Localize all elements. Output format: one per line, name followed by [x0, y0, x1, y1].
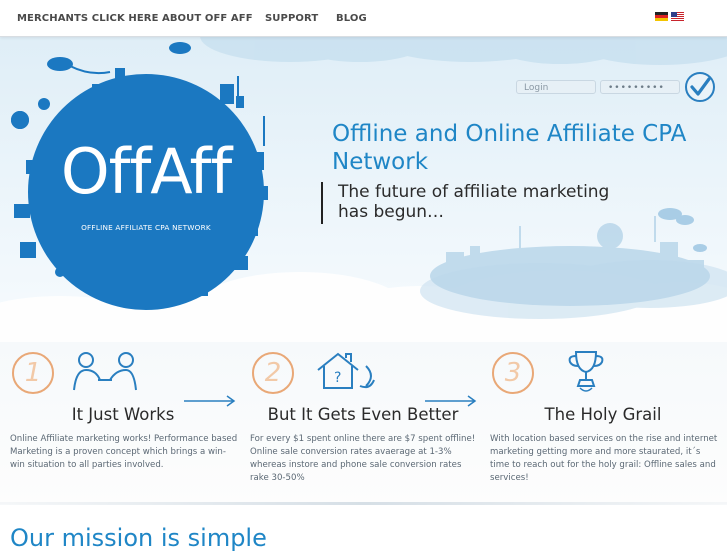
- de-flag-icon[interactable]: [655, 12, 668, 21]
- us-flag-icon[interactable]: [671, 12, 684, 21]
- logo-tagline: OFFLINE AFFILIATE CPA NETWORK: [81, 223, 211, 232]
- arrow-right-icon: [425, 395, 477, 407]
- nav-blog[interactable]: BLOG: [336, 13, 367, 24]
- feature-number-badge: 1: [12, 352, 54, 394]
- feature-body: Online Affiliate marketing works! Perfor…: [10, 434, 238, 470]
- password-input[interactable]: •••••••••: [600, 80, 680, 94]
- top-navigation: MERCHANTS CLICK HERE ABOUT OFF AFF SUPPO…: [0, 0, 727, 37]
- logo[interactable]: OffAff OFFLINE AFFILIATE CPA NETWORK: [28, 96, 264, 296]
- section-divider: [0, 502, 727, 505]
- feature-body: With location based services on the rise…: [490, 434, 718, 483]
- house-phone-icon: ?: [317, 352, 375, 389]
- login-check-button[interactable]: [684, 71, 716, 103]
- feature-number-badge: 3: [492, 352, 534, 394]
- hero-subheadline: The future of affiliate marketing has be…: [338, 182, 610, 222]
- svg-text:?: ?: [334, 370, 341, 386]
- trophy-icon: [568, 351, 604, 392]
- sun-icon: [11, 111, 29, 129]
- top-clouds-decoration: [200, 36, 727, 65]
- logo-wordmark: OffAff: [60, 135, 232, 208]
- subheadline-divider: [321, 182, 323, 224]
- nav-support[interactable]: SUPPORT: [265, 13, 318, 24]
- feature-body: For every $1 spent online there are $7 s…: [250, 434, 476, 483]
- feature-title: The Holy Grail: [544, 405, 662, 424]
- right-city-decoration: [430, 216, 710, 306]
- login-input[interactable]: Login: [516, 80, 596, 94]
- arrow-right-icon: [184, 395, 236, 407]
- nav-merchants-click-here[interactable]: MERCHANTS CLICK HERE: [17, 13, 159, 24]
- feature-number-badge: 2: [252, 352, 294, 394]
- handshake-icon: [73, 352, 137, 391]
- nav-about-off-aff[interactable]: ABOUT OFF AFF: [162, 13, 253, 24]
- hero-banner: OffAff OFFLINE AFFILIATE CPA NETWORK Log…: [0, 36, 727, 342]
- hero-headline: Offline and Online Affiliate CPA Network: [332, 121, 687, 175]
- features-section: 1 It Just Works Online Affiliate marketi…: [0, 342, 727, 504]
- mission-heading: Our mission is simple: [10, 524, 267, 552]
